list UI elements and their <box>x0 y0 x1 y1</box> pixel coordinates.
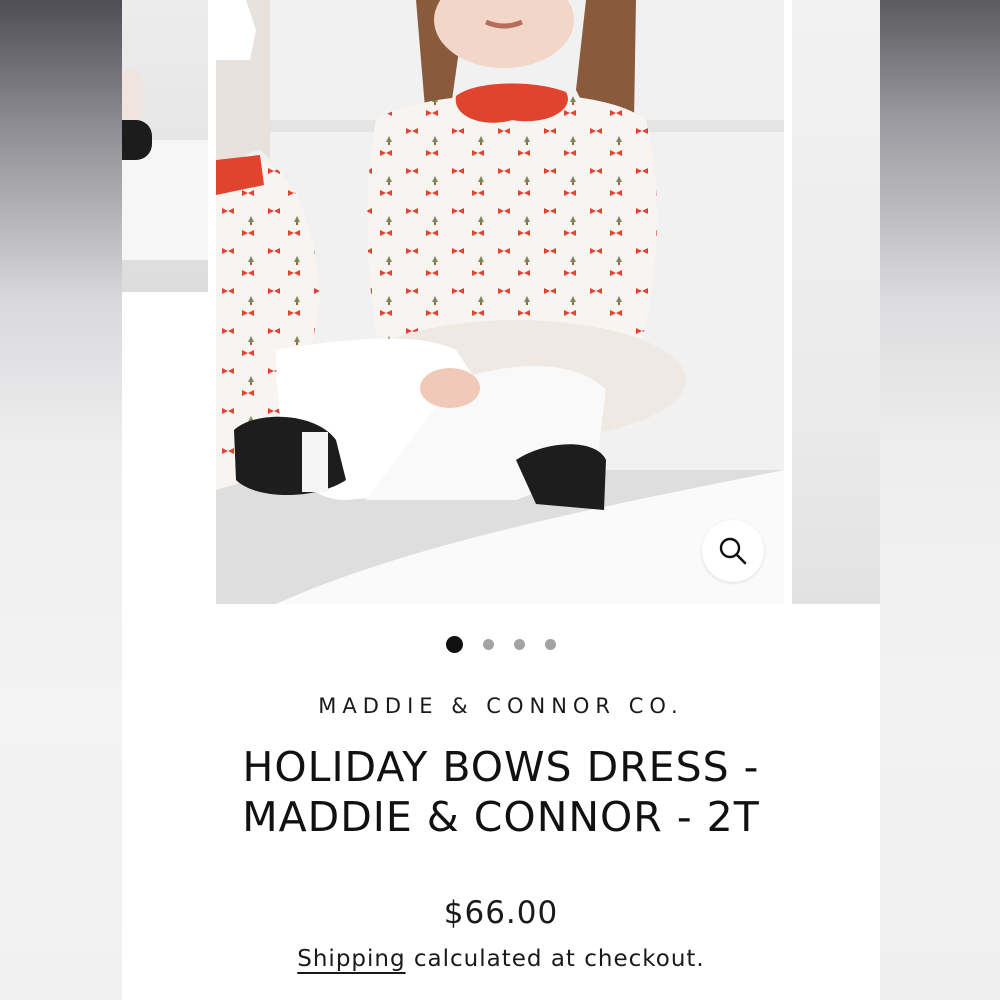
gallery-dot-1[interactable] <box>446 635 463 653</box>
product-price: $66.00 <box>443 895 559 931</box>
gallery-dot-2[interactable] <box>483 638 494 650</box>
shipping-note: Shipping calculated at checkout. <box>122 946 880 972</box>
product-page: MADDIE & CONNOR CO. HOLIDAY BOWS DRESS -… <box>122 0 880 1000</box>
shipping-link[interactable]: Shipping <box>297 946 405 972</box>
previous-slide-shoe <box>122 120 152 160</box>
shipping-note-text: calculated at checkout. <box>405 946 705 972</box>
background-blur-left <box>0 0 122 1000</box>
gallery-dot-4[interactable] <box>545 638 556 650</box>
gallery-slide-next[interactable] <box>792 0 880 604</box>
gallery-pagination <box>122 634 880 654</box>
search-icon <box>719 537 747 565</box>
product-title: HOLIDAY BOWS DRESS - MADDIE & CONNOR - 2… <box>242 743 760 841</box>
product-vendor[interactable]: MADDIE & CONNOR CO. <box>122 694 880 718</box>
product-photo <box>216 0 784 604</box>
zoom-button[interactable] <box>702 520 764 582</box>
gallery-dot-3[interactable] <box>514 638 525 650</box>
gallery-slide-main[interactable] <box>216 0 784 604</box>
gallery-slide-previous[interactable] <box>122 0 208 292</box>
previous-slide-figure <box>122 70 142 122</box>
background-blur-right <box>880 0 1000 1000</box>
